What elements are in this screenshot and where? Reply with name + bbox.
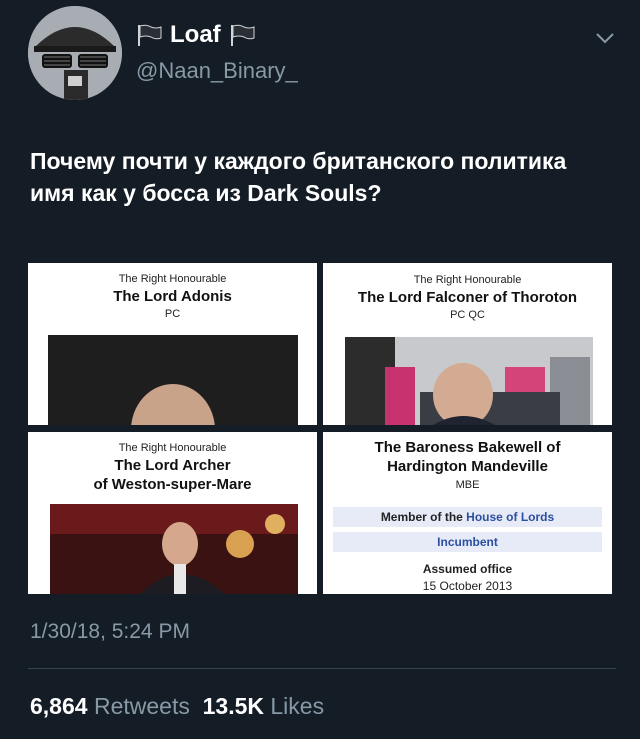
media-card-adonis: The Right Honourable The Lord Adonis PC <box>28 263 317 425</box>
portrait-photo <box>50 504 298 594</box>
card-title-line1: The Baroness Bakewell of <box>374 439 561 456</box>
likes-label[interactable]: Likes <box>270 693 324 719</box>
chevron-down-icon[interactable] <box>594 30 616 46</box>
tweet-text: Почему почти у каждого британского полит… <box>30 148 567 206</box>
portrait-photo <box>345 337 593 425</box>
divider <box>28 668 616 669</box>
display-name[interactable]: Loaf <box>170 21 221 49</box>
user-handle[interactable]: @Naan_Binary_ <box>136 58 298 84</box>
retweets-label[interactable]: Retweets <box>94 693 190 719</box>
likes-count[interactable]: 13.5K <box>203 693 264 719</box>
tweet-media[interactable]: The Right Honourable The Lord Adonis PC … <box>28 263 612 594</box>
avatar[interactable] <box>28 6 122 100</box>
house-of-lords-link[interactable]: House of Lords <box>466 510 554 524</box>
assumed-office-date: 15 October 2013 <box>422 579 513 593</box>
media-card-falconer: The Right Honourable The Lord Falconer o… <box>323 263 612 425</box>
avatar-image <box>28 6 122 100</box>
card-title-line2: of Weston-super-Mare <box>93 476 252 493</box>
media-card-archer: The Right Honourable The Lord Archer of … <box>28 432 317 594</box>
user-name-row[interactable]: Loaf <box>136 21 255 49</box>
black-flag-icon <box>230 24 255 46</box>
portrait-photo <box>48 335 298 425</box>
incumbent-row: Incumbent <box>333 532 602 552</box>
member-row: Member of the House of Lords <box>333 507 602 527</box>
card-prefix: The Right Honourable <box>413 274 522 286</box>
card-subtitle: PC <box>164 308 181 320</box>
tweet-timestamp[interactable]: 1/30/18, 5:24 PM <box>30 620 190 644</box>
black-flag-icon <box>138 24 162 46</box>
card-prefix: The Right Honourable <box>118 273 227 285</box>
assumed-office-label: Assumed office <box>422 562 513 576</box>
media-card-bakewell: The Baroness Bakewell of Hardington Mand… <box>323 432 612 594</box>
card-title: The Lord Adonis <box>113 288 232 305</box>
card-title-line2: Hardington Mandeville <box>387 458 548 475</box>
card-prefix: The Right Honourable <box>118 442 227 454</box>
retweets-count[interactable]: 6,864 <box>30 693 88 719</box>
engagement-stats: 6,864 Retweets 13.5K Likes <box>30 693 324 720</box>
card-title: The Lord Falconer of Thoroton <box>357 289 578 306</box>
card-title-line1: The Lord Archer <box>114 457 231 474</box>
card-subtitle: PC QC <box>450 309 485 321</box>
member-prefix: Member of the <box>380 510 463 524</box>
card-subtitle: MBE <box>455 479 480 491</box>
